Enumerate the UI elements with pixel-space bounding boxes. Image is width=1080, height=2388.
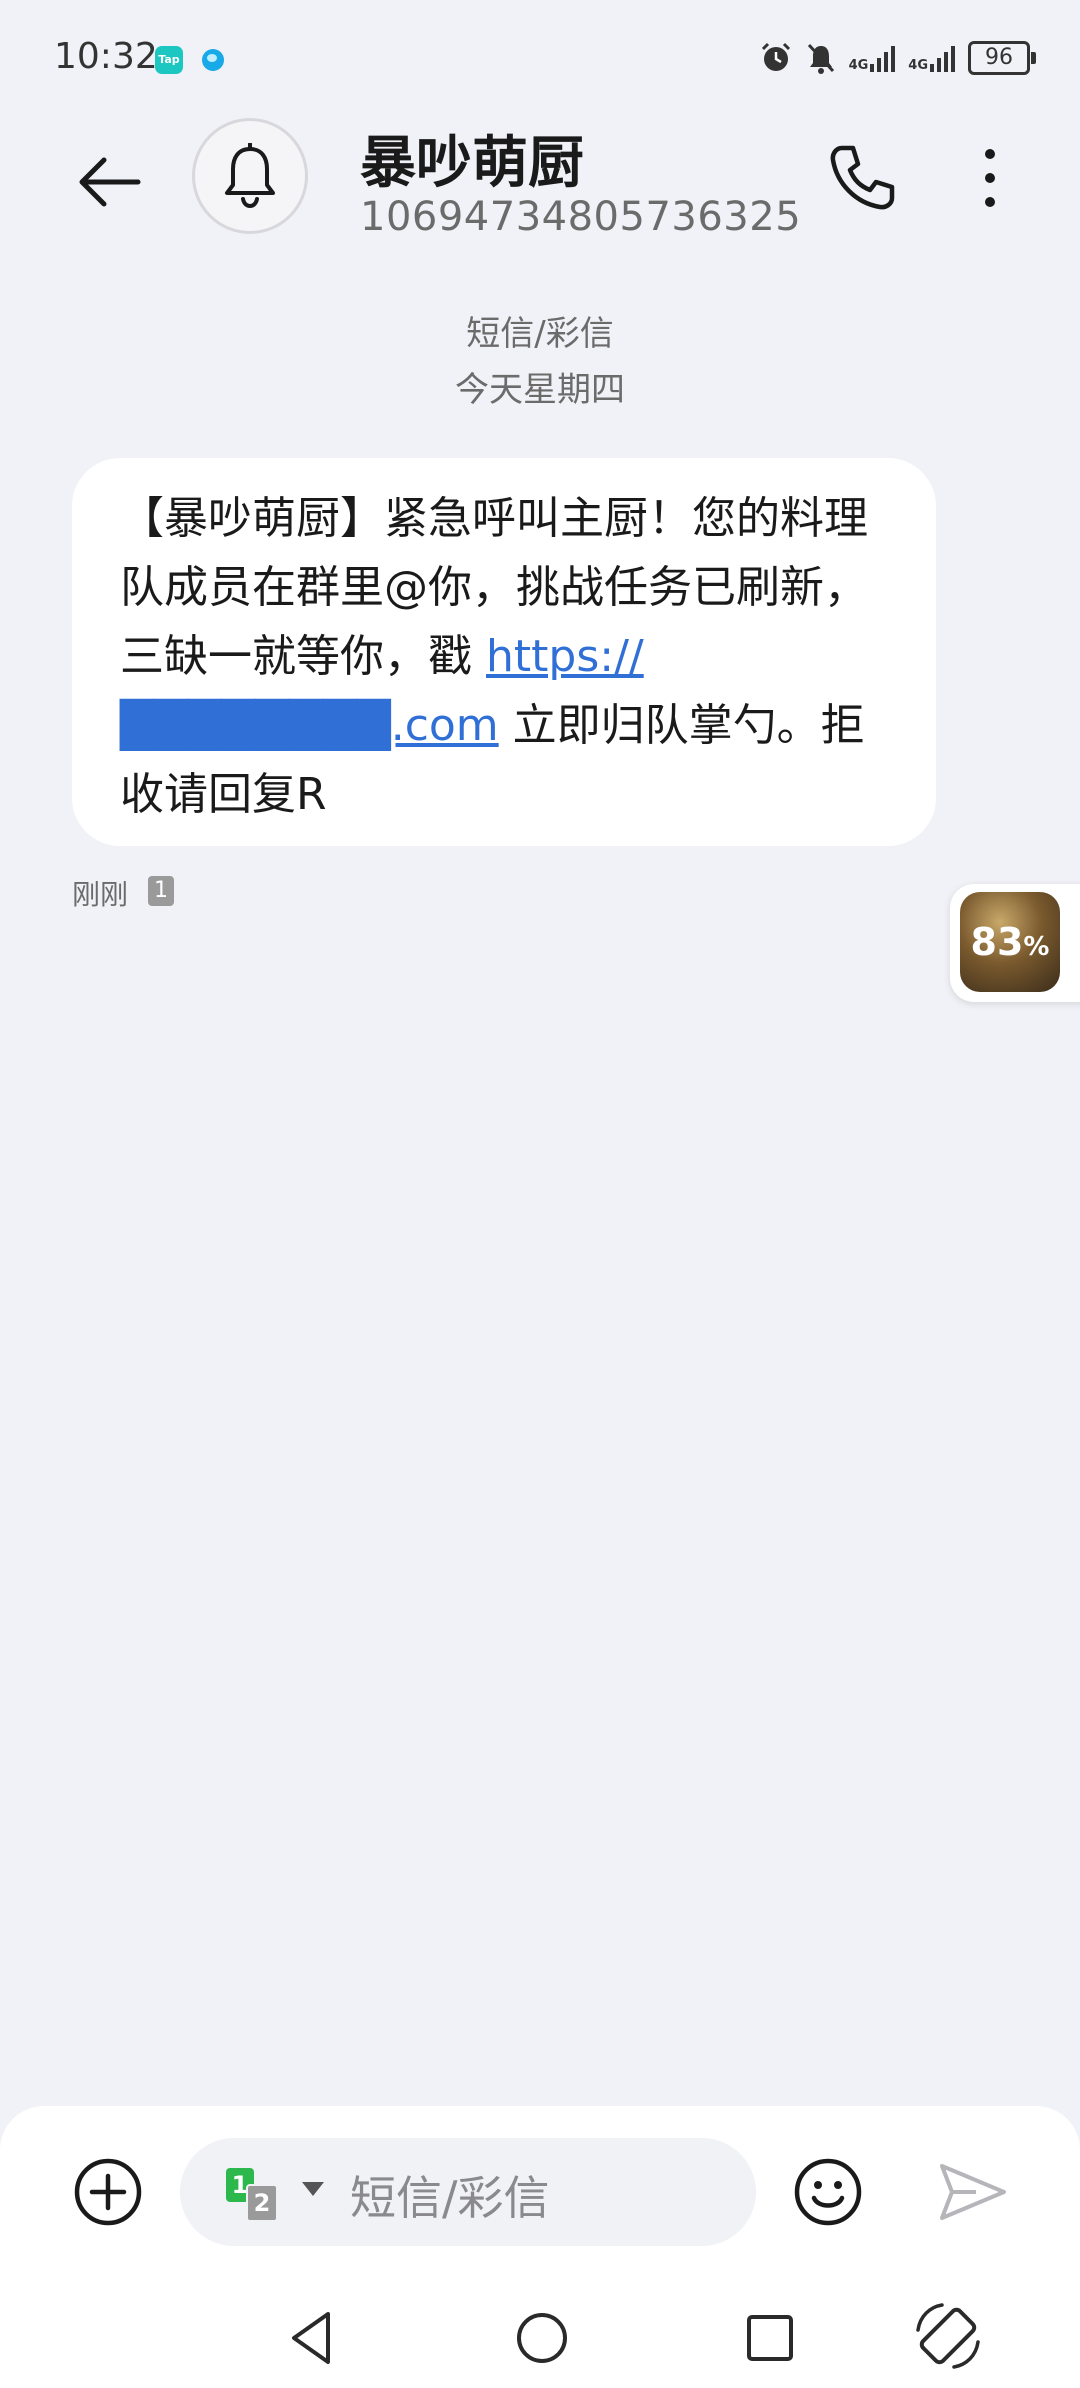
avatar[interactable] [192,118,308,234]
status-icons: 4G 4G 96 [759,38,1036,78]
message-type-label: 短信/彩信 [466,314,614,354]
signal-1: 4G [849,44,897,72]
notification-dot-icon [202,49,224,71]
signal-bars-icon [930,46,955,72]
nav-back-button[interactable] [282,2306,342,2370]
sim-badge: 1 [148,876,174,906]
status-bar: 10:32 Tap 4G 4G 96 [0,0,1080,118]
smiley-icon [794,2158,862,2226]
message-input-placeholder: 短信/彩信 [350,2171,550,2225]
bell-icon [225,143,275,209]
rotate-icon [916,2303,980,2369]
square-recents-icon [747,2315,793,2361]
plus-circle-icon [74,2158,142,2226]
message-bubble[interactable]: 【暴吵萌厨】紧急呼叫主厨！您的料理队成员在群里@你，挑战任务已刷新，三缺一就等你… [72,458,936,846]
arrow-left-icon [79,157,141,207]
floating-widget-value: 83 [970,920,1024,964]
floating-widget-unit: % [1023,932,1050,962]
tap-app-icon: Tap [155,46,183,74]
contact-number: 10694734805736325 [360,194,802,240]
signal-2: 4G [908,44,956,72]
send-icon [940,2164,1006,2220]
floating-widget-badge: 83% [960,892,1060,992]
send-button[interactable] [936,2156,1008,2228]
sim2-badge: 2 [246,2184,278,2222]
navigation-bar [0,2292,1080,2388]
message-time: 刚刚 [72,878,129,911]
signal-bars-icon [870,46,896,72]
conversation-header: 暴吵萌厨 10694734805736325 [0,118,1080,293]
nav-home-button[interactable] [512,2306,572,2370]
dropdown-arrow-icon[interactable] [302,2182,324,2196]
phone-icon [830,145,895,210]
emoji-button[interactable] [792,2156,864,2228]
add-attachment-button[interactable] [72,2156,144,2228]
more-options-button[interactable] [960,136,1020,220]
alarm-icon [761,42,790,71]
nav-recents-button[interactable] [740,2306,800,2370]
date-label: 今天星期四 [455,370,625,410]
back-button[interactable] [68,140,152,224]
message-input[interactable]: 1 2 短信/彩信 [180,2138,756,2246]
more-vertical-icon [985,149,995,207]
floating-widget[interactable]: 83% [950,884,1080,1002]
battery-indicator: 96 [968,41,1036,75]
mute-bell-icon [807,43,834,74]
call-button[interactable] [820,136,904,220]
sim-selector[interactable]: 1 2 [226,2168,278,2222]
status-time: 10:32 [54,36,158,77]
rotate-screen-button[interactable] [912,2300,984,2372]
contact-name: 暴吵萌厨 [360,131,584,196]
circle-home-icon [517,2313,567,2363]
triangle-back-icon [292,2312,330,2364]
